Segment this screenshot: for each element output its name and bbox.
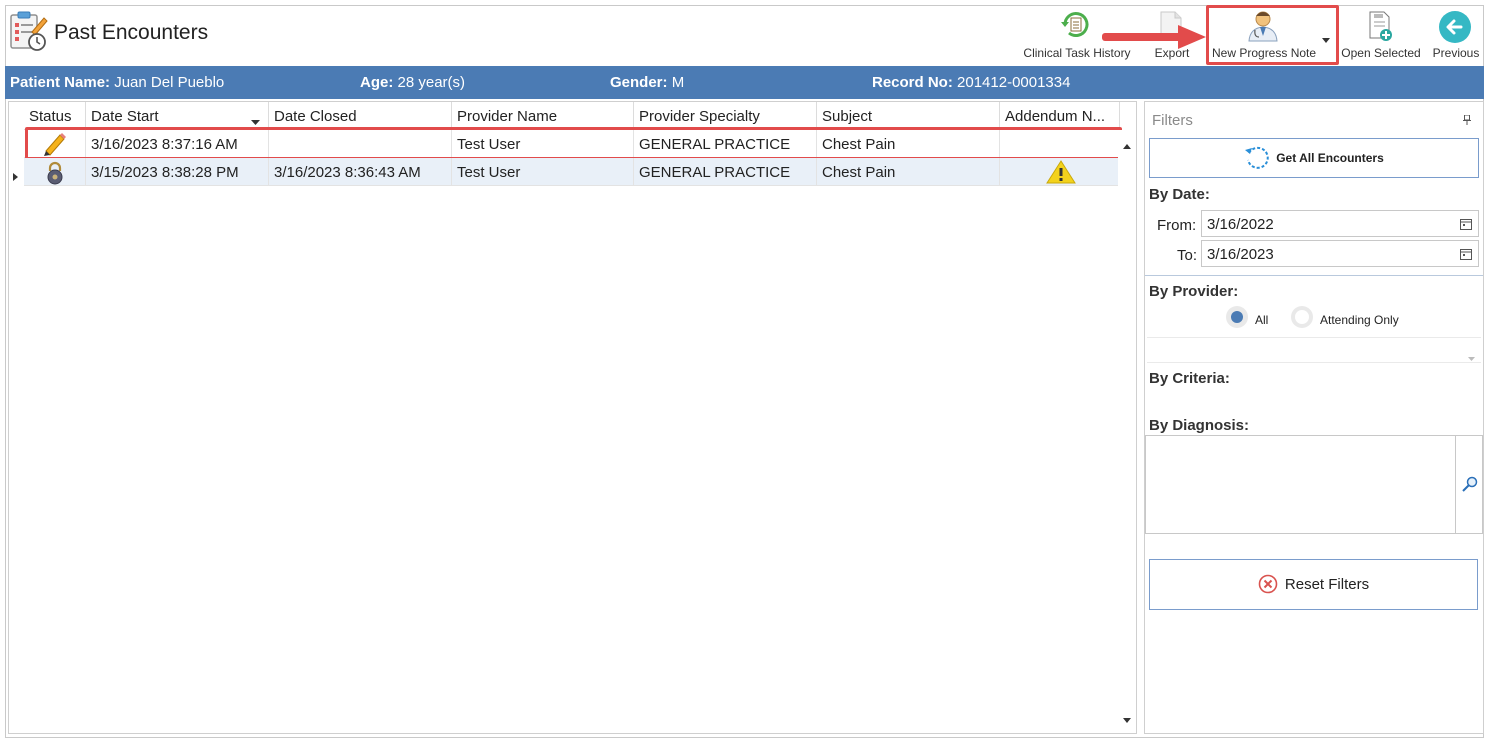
column-header-subject[interactable]: Subject	[817, 102, 1000, 130]
patient-info-bar: Patient Name: Juan Del Pueblo Age: 28 ye…	[5, 66, 1484, 99]
open-selected-button[interactable]: Open Selected	[1340, 6, 1422, 64]
refresh-icon	[1244, 145, 1270, 174]
page-title: Past Encounters	[54, 21, 209, 44]
patient-age: Age: 28 year(s)	[360, 74, 466, 91]
new-progress-note-highlight	[1206, 5, 1339, 65]
table-row[interactable]: 3/15/2023 8:38:28 PM 3/16/2023 8:36:43 A…	[9, 158, 1120, 186]
reset-filters-label: Reset Filters	[1284, 576, 1370, 593]
previous-label: Previous	[1432, 46, 1480, 60]
diagnosis-search-button[interactable]	[1455, 435, 1483, 534]
column-header-provider-specialty[interactable]: Provider Specialty	[634, 102, 817, 130]
date-closed-cell: 3/16/2023 8:36:43 AM	[269, 158, 452, 186]
patient-name: Patient Name: Juan Del Pueblo	[10, 74, 225, 91]
attending-only-label: Attending Only	[1320, 312, 1399, 327]
radio-selected-icon	[1225, 305, 1249, 334]
reset-filters-button[interactable]: Reset Filters	[1149, 559, 1478, 610]
patient-gender: Gender: M	[610, 74, 685, 91]
row-highlight	[25, 127, 1122, 160]
search-icon	[1462, 476, 1478, 497]
addendum-cell	[1000, 158, 1120, 186]
row-indicator-icon	[13, 168, 18, 186]
by-date-label: By Date:	[1149, 186, 1210, 203]
to-date-input[interactable]: 3/16/2023	[1201, 240, 1479, 267]
column-header-date-start-label: Date Start	[91, 108, 159, 125]
warning-icon	[1046, 160, 1076, 188]
provider-select[interactable]	[1147, 337, 1481, 363]
open-document-icon	[1366, 10, 1394, 45]
calendar-icon[interactable]	[1460, 217, 1472, 234]
column-header-date-closed[interactable]: Date Closed	[269, 102, 452, 130]
clinical-history-icon	[1059, 10, 1093, 43]
column-header-status[interactable]: Status	[24, 102, 86, 130]
provider-all-radio[interactable]: All	[1225, 305, 1268, 334]
by-diagnosis-label: By Diagnosis:	[1149, 417, 1250, 434]
encounters-clipboard-icon	[8, 10, 48, 57]
diagnosis-input[interactable]	[1145, 435, 1456, 534]
pin-icon[interactable]	[1463, 112, 1471, 130]
column-header-provider-name[interactable]: Provider Name	[452, 102, 634, 130]
from-date-input[interactable]: 3/16/2022	[1201, 210, 1479, 237]
column-header-addendum[interactable]: Addendum N...	[1000, 102, 1120, 130]
column-header-date-start[interactable]: Date Start	[86, 102, 269, 130]
annotation-arrow-icon	[1100, 24, 1208, 55]
to-date-value: 3/16/2023	[1207, 246, 1274, 263]
filters-panel: Filters Get All Encounters By Date: From…	[1144, 101, 1484, 734]
get-all-encounters-button[interactable]: Get All Encounters	[1149, 138, 1479, 178]
encounters-grid[interactable]: Status Date Start Date Closed Provider N…	[8, 101, 1137, 734]
calendar-icon[interactable]	[1460, 247, 1472, 264]
grid-vertical-scrollbar[interactable]	[1118, 130, 1136, 733]
lock-icon	[44, 161, 66, 189]
reset-x-icon	[1258, 574, 1278, 598]
provider-name-cell: Test User	[452, 158, 634, 186]
provider-all-label: All	[1255, 312, 1269, 327]
to-label: To:	[1177, 247, 1198, 264]
attending-only-radio[interactable]: Attending Only	[1290, 305, 1399, 334]
radio-unselected-icon	[1290, 305, 1314, 334]
scroll-up-icon[interactable]	[1123, 136, 1131, 154]
by-criteria-label: By Criteria:	[1149, 370, 1230, 387]
status-cell	[24, 158, 86, 186]
patient-record-no: Record No: 201412-0001334	[872, 74, 1071, 91]
get-all-encounters-label: Get All Encounters	[1276, 151, 1384, 165]
open-selected-label: Open Selected	[1341, 46, 1421, 60]
subject-cell: Chest Pain	[817, 158, 1000, 186]
from-date-value: 3/16/2022	[1207, 216, 1274, 233]
section-divider	[1145, 275, 1483, 276]
provider-specialty-cell: GENERAL PRACTICE	[634, 158, 817, 186]
by-provider-label: By Provider:	[1149, 283, 1239, 300]
arrow-left-icon	[1438, 10, 1472, 47]
from-label: From:	[1157, 217, 1197, 234]
date-start-cell: 3/15/2023 8:38:28 PM	[86, 158, 269, 186]
filters-title: Filters	[1152, 112, 1193, 129]
previous-button[interactable]: Previous	[1428, 6, 1484, 64]
scroll-down-icon[interactable]	[1123, 711, 1131, 729]
chevron-down-icon	[1468, 349, 1475, 367]
page-header: Past Encounters	[8, 10, 208, 56]
